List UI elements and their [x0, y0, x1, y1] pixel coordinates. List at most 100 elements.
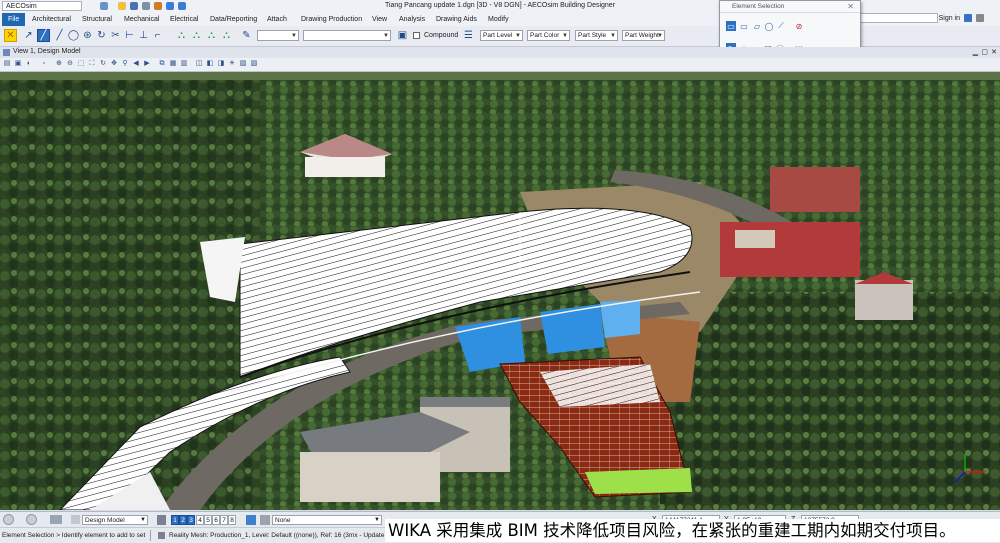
compound-checkbox[interactable] [413, 32, 420, 39]
element-template-icon[interactable]: ▣ [396, 29, 409, 42]
tab-data-reporting[interactable]: Data/Reporting [208, 13, 259, 26]
text-icon[interactable]: ⌐ [151, 29, 164, 42]
view-button-4[interactable]: 4 [196, 515, 204, 525]
models-list-icon[interactable] [71, 515, 80, 524]
lighting-icon[interactable]: ☀ [228, 60, 236, 68]
help-icon[interactable] [964, 14, 972, 22]
extend-icon[interactable]: ⊢ [123, 29, 136, 42]
camera-icon[interactable]: ◧ [206, 60, 214, 68]
dimension-icon[interactable]: ⊥ [137, 29, 150, 42]
mesh-icon [158, 532, 165, 539]
line-icon[interactable]: ╱ [53, 29, 66, 42]
folder-icon[interactable] [50, 515, 62, 524]
sign-in-link[interactable]: Sign in [939, 15, 960, 22]
active-level-select[interactable]: ▼ [257, 30, 299, 41]
view-button-3[interactable]: 3 [187, 515, 195, 525]
active-level-status[interactable]: None ▼ [272, 515, 382, 525]
part-level-label: Part Level [483, 32, 513, 39]
trim-icon[interactable]: ✂ [109, 29, 122, 42]
part-level-select[interactable]: Part Level ▼ [480, 30, 523, 41]
view-toggle-icon[interactable] [157, 515, 166, 525]
model-label: Design Model [85, 517, 125, 524]
back-icon[interactable] [3, 514, 14, 525]
close-icon[interactable]: ✕ [847, 1, 854, 12]
part-color-select[interactable]: Part Color ▼ [527, 30, 570, 41]
shape-select-icon[interactable]: ▱ [752, 21, 762, 31]
caption-overlay: WIKA 采用集成 BIM 技术降低项目风险，在紧张的重建工期内如期交付项目。 [385, 519, 1000, 542]
forward-icon[interactable] [26, 514, 37, 525]
design-viewport[interactable] [0, 72, 1000, 510]
clip-mask-icon[interactable]: ▥ [180, 60, 188, 68]
view-attributes-icon[interactable]: ▤ [3, 60, 11, 68]
tab-drawing-production[interactable]: Drawing Production [299, 13, 364, 26]
tab-file[interactable]: File [2, 13, 26, 26]
minimize-ribbon-icon[interactable] [976, 14, 984, 22]
place-line-icon[interactable]: ╱ [37, 29, 50, 42]
view-close-icon[interactable]: ✕ [991, 48, 997, 56]
view-button-6[interactable]: 6 [212, 515, 220, 525]
view-button-7[interactable]: 7 [220, 515, 228, 525]
display-style-icon[interactable]: ▣ [14, 60, 22, 68]
status-info: Reality Mesh: Production_1, Level: Defau… [169, 532, 400, 539]
view-previous-icon[interactable]: ◀ [132, 60, 140, 68]
attributes-icon[interactable]: ⛬ [190, 29, 203, 42]
compound-label: Compound [424, 32, 459, 39]
circle-icon[interactable]: ◯ [67, 29, 80, 42]
clear-selection-icon[interactable]: ⊘ [794, 21, 804, 31]
view-button-5[interactable]: 5 [204, 515, 212, 525]
individual-select-icon[interactable]: ▭ [726, 21, 736, 31]
view-display-icon[interactable]: ◫ [195, 60, 203, 68]
tab-attach[interactable]: Attach [265, 13, 289, 26]
pen-icon[interactable]: ✎ [240, 29, 253, 42]
walk-icon[interactable]: ⚲ [121, 60, 129, 68]
tab-modify[interactable]: Modify [486, 13, 511, 26]
zoom-in-icon[interactable]: ⊕ [55, 60, 63, 68]
view-rotate-icon[interactable]: ◐ [25, 60, 33, 68]
model-select[interactable]: Design Model ▼ [82, 515, 148, 525]
line-select-icon[interactable]: ⟋ [776, 21, 786, 31]
tab-analysis[interactable]: Analysis [397, 13, 427, 26]
tab-architectural[interactable]: Architectural [30, 13, 73, 26]
reality-mesh-render [0, 72, 1000, 510]
fit-view-icon[interactable]: ⛶ [88, 60, 96, 68]
rotate-icon[interactable]: ↻ [95, 29, 108, 42]
tab-drawing-aids[interactable]: Drawing Aids [434, 13, 479, 26]
level-manager-icon[interactable]: ⛬ [175, 29, 188, 42]
tab-view[interactable]: View [370, 13, 389, 26]
update-view-icon[interactable]: ▫ [40, 60, 48, 68]
view-minimize-icon[interactable]: ▁ [973, 48, 978, 56]
snap-icon[interactable]: ⊛ [81, 29, 94, 42]
block-select-icon[interactable]: ▭ [739, 21, 749, 31]
clip-volume-icon[interactable]: ▦ [169, 60, 177, 68]
view-groups-icon[interactable]: ▨ [250, 60, 258, 68]
line-weight-icon[interactable]: ☰ [462, 29, 475, 42]
view-next-icon[interactable]: ▶ [143, 60, 151, 68]
status-prompt: Element Selection > Identify element to … [2, 532, 146, 539]
zoom-out-icon[interactable]: ⊖ [66, 60, 74, 68]
select-element-icon[interactable]: ✕ [4, 29, 17, 42]
element-selection-header[interactable]: Element Selection ✕ [720, 1, 860, 13]
tab-electrical[interactable]: Electrical [168, 13, 200, 26]
place-smartline-icon[interactable]: ↗ [22, 29, 35, 42]
models-icon[interactable]: ⛬ [220, 29, 233, 42]
render-icon[interactable]: ◨ [217, 60, 225, 68]
window-area-icon[interactable]: ⬚ [77, 60, 85, 68]
saved-views-icon[interactable]: ▧ [239, 60, 247, 68]
part-color-label: Part Color [530, 32, 560, 39]
part-weight-select[interactable]: Part Weight ▼ [622, 30, 665, 41]
active-style-select[interactable]: ▼ [303, 30, 391, 41]
copy-view-icon[interactable]: ⧉ [158, 60, 166, 68]
view-maximize-icon[interactable]: ▢ [981, 48, 988, 56]
pan-view-icon[interactable]: ✥ [110, 60, 118, 68]
view-button-2[interactable]: 2 [179, 515, 187, 525]
references-icon[interactable]: ⛬ [205, 29, 218, 42]
tab-structural[interactable]: Structural [80, 13, 114, 26]
view-button-8[interactable]: 8 [228, 515, 236, 525]
view-button-1[interactable]: 1 [171, 515, 179, 525]
circle-select-icon[interactable]: ◯ [764, 21, 774, 31]
tab-mechanical[interactable]: Mechanical [122, 13, 161, 26]
rotate-view-icon[interactable]: ↻ [99, 60, 107, 68]
view-title: View 1, Design Model [13, 48, 81, 55]
part-style-select[interactable]: Part Style ▼ [575, 30, 618, 41]
level-display-icon[interactable] [260, 515, 270, 525]
